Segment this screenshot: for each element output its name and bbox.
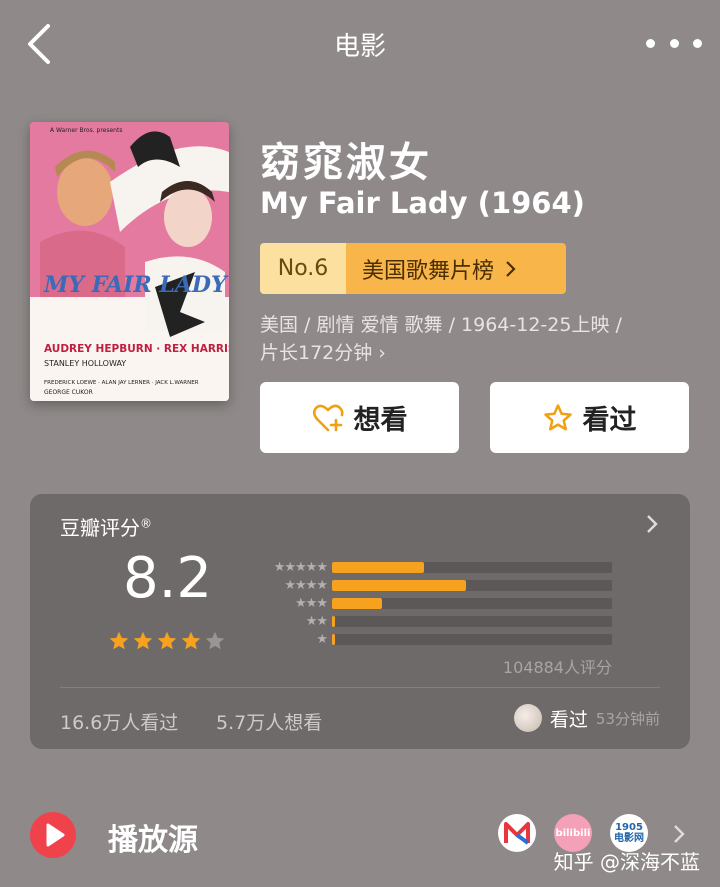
- movie-poster[interactable]: A Warner Bros. presents MY FAIR LADY AUD…: [30, 122, 229, 401]
- rating-bar-row: ★: [252, 630, 612, 648]
- rank-list-label: 美国歌舞片榜: [362, 258, 495, 284]
- rating-bar-fill: [332, 561, 425, 573]
- rating-bar-fill: [332, 597, 383, 609]
- rating-distribution: ★★★★★ ★★★★ ★★★ ★★ ★: [252, 558, 612, 648]
- rating-header-label: 豆瓣评分: [60, 516, 140, 540]
- rating-bar-row: ★★★★: [252, 576, 612, 594]
- rank-list-link: 美国歌舞片榜: [346, 243, 566, 294]
- rank-badge[interactable]: No.6 美国歌舞片榜: [260, 243, 566, 294]
- rating-bar-stars: ★★★★★: [273, 559, 328, 575]
- more-options-icon[interactable]: [646, 28, 702, 58]
- poster-credits-line1: FREDERICK LOEWE · ALAN JAY LERNER · JACK…: [44, 380, 199, 386]
- rating-bar-track: [332, 561, 612, 573]
- rating-bar-fill: [332, 579, 467, 591]
- friend-activity[interactable]: 看过 53分钟前: [513, 704, 660, 732]
- chevron-right-icon: [506, 260, 516, 277]
- page-title: 电影: [333, 32, 386, 62]
- registered-mark: ®: [140, 516, 152, 531]
- rating-stars: [108, 630, 226, 652]
- rating-bar-stars: ★★★: [295, 595, 328, 611]
- rating-header: 豆瓣评分®: [60, 512, 152, 541]
- want-count[interactable]: 5.7万人想看: [216, 708, 322, 735]
- star-outline-icon: [543, 403, 572, 430]
- mgtv-logo-icon[interactable]: [498, 814, 536, 852]
- rating-bar-track: [332, 615, 612, 627]
- watermark: 知乎 @深海不蓝: [553, 850, 700, 874]
- friend-action: 看过: [549, 708, 588, 731]
- seen-label: 看过: [582, 405, 637, 436]
- rating-bar-track: [332, 597, 612, 609]
- poster-stars-line: AUDREY HEPBURN · REX HARRISON: [44, 343, 229, 355]
- poster-support-line: STANLEY HOLLOWAY: [44, 359, 126, 368]
- poster-artwork: A Warner Bros. presents MY FAIR LADY AUD…: [30, 122, 229, 401]
- seen-count[interactable]: 16.6万人看过: [60, 708, 178, 735]
- play-icon: [30, 812, 76, 858]
- movie-title-en: My Fair Lady (1964): [260, 186, 585, 220]
- douban-rating-card[interactable]: 豆瓣评分® 8.2 ★★★★★ ★★★★ ★★★ ★★ ★ 104884人评分 16.6…: [30, 494, 690, 749]
- rating-bar-row: ★★★: [252, 594, 612, 612]
- poster-title: MY FAIR LADY: [43, 272, 229, 298]
- rating-bar-stars: ★★: [305, 613, 328, 629]
- meta-line-1: 美国 / 剧情 爱情 歌舞 / 1964-12-25上映 /: [260, 314, 622, 336]
- rating-bar-stars: ★: [316, 631, 328, 647]
- poster-credits-line2: GEORGE CUKOR: [44, 389, 93, 396]
- rating-bar-row: ★★: [252, 612, 612, 630]
- poster-top-credit: A Warner Bros. presents: [50, 127, 122, 134]
- rating-count: 104884人评分: [502, 658, 612, 677]
- avatar: [513, 704, 542, 732]
- rating-bar-row: ★★★★★: [252, 558, 612, 576]
- star-icon: [205, 631, 225, 650]
- watched-button[interactable]: 看过: [490, 382, 689, 453]
- play-source-label: 播放源: [108, 823, 198, 858]
- star-icon: [181, 631, 201, 650]
- rating-bar-track: [332, 633, 612, 645]
- meta-line-2: 片长172分钟 ›: [260, 342, 386, 364]
- chevron-right-icon[interactable]: [672, 824, 686, 844]
- heart-plus-icon: [312, 404, 344, 431]
- rating-bar-track: [332, 579, 612, 591]
- movie-meta[interactable]: 美国 / 剧情 爱情 歌舞 / 1964-12-25上映 / 片长172分钟 ›: [260, 311, 690, 367]
- movie-title-zh: 窈窕淑女: [260, 140, 432, 186]
- star-icon: [133, 631, 153, 650]
- rating-bar-fill: [332, 615, 335, 627]
- star-icon: [109, 631, 129, 650]
- top-bar: 电影: [0, 0, 720, 88]
- want-to-watch-button[interactable]: 想看: [260, 382, 459, 453]
- friend-time: 53分钟前: [595, 709, 660, 728]
- rank-number: No.6: [260, 243, 346, 294]
- rating-bar-stars: ★★★★: [284, 577, 328, 593]
- star-icon: [157, 631, 177, 650]
- want-label: 想看: [353, 405, 408, 436]
- chevron-right-icon[interactable]: [644, 514, 660, 534]
- rating-bar-fill: [332, 633, 335, 645]
- divider: [60, 687, 660, 688]
